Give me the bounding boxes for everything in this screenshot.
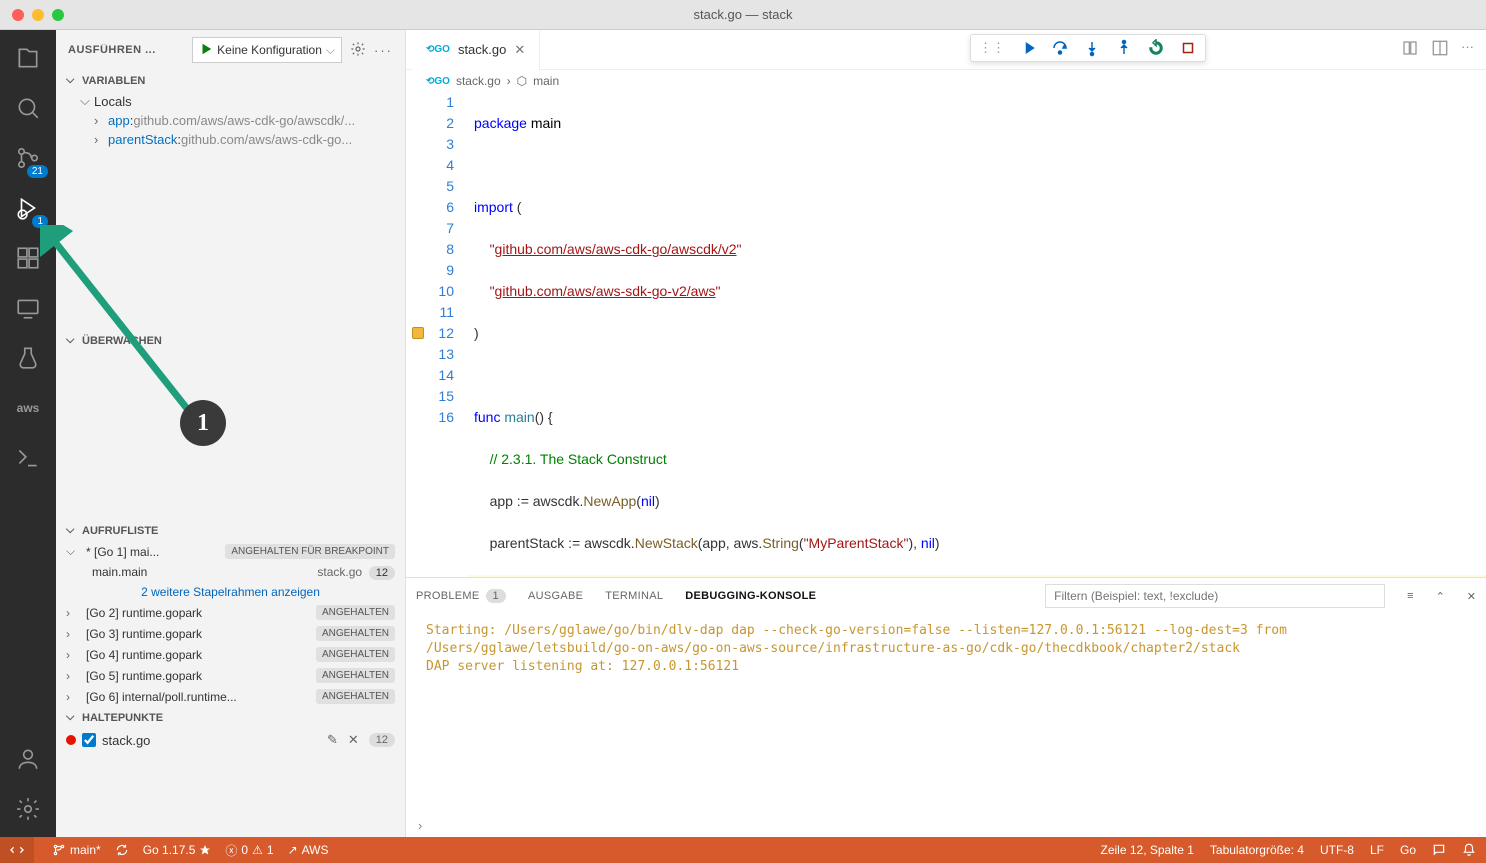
extensions-icon[interactable] xyxy=(12,242,44,274)
editor-area: ⟲GO stack.go ✕ ··· ⋮⋮ ⟲GO stack.go › ⬡ xyxy=(406,30,1486,837)
step-into-icon[interactable] xyxy=(1083,39,1101,57)
close-window[interactable] xyxy=(12,9,24,21)
breakpoints-section[interactable]: ⌵HALTEPUNKTE xyxy=(56,707,405,728)
go-file-icon: ⟲GO xyxy=(426,76,450,87)
variables-section[interactable]: ⌵VARIABLEN xyxy=(56,70,405,91)
close-panel-icon[interactable]: ✕ xyxy=(1467,590,1476,603)
remote-icon[interactable] xyxy=(12,292,44,324)
sidebar-title: AUSFÜHREN ... xyxy=(68,44,184,56)
minimap[interactable] xyxy=(1380,162,1480,242)
remote-indicator[interactable] xyxy=(0,837,34,863)
stop-icon[interactable] xyxy=(1179,39,1197,57)
gutter: 1234567891011 12 13141516 xyxy=(406,92,468,577)
debug-toolbar[interactable]: ⋮⋮ xyxy=(970,34,1206,62)
feedback-icon[interactable] xyxy=(1432,843,1446,857)
breadcrumb[interactable]: ⟲GO stack.go › ⬡ main xyxy=(406,70,1486,92)
accounts-icon[interactable] xyxy=(12,743,44,775)
split-icon[interactable] xyxy=(1431,39,1449,60)
notifications-icon[interactable] xyxy=(1462,843,1476,857)
go-file-icon: ⟲GO xyxy=(426,44,450,55)
callstack-frame[interactable]: ›[Go 5] runtime.goparkANGEHALTEN xyxy=(56,665,405,686)
callstack-section[interactable]: ⌵AUFRUFLISTE xyxy=(56,520,405,541)
tab-debug-console[interactable]: DEBUGGING-KONSOLE xyxy=(685,590,816,602)
breakpoint-marker-icon[interactable] xyxy=(412,327,424,339)
close-tab-icon[interactable]: ✕ xyxy=(514,42,525,58)
close-icon[interactable]: ✕ xyxy=(348,732,359,748)
aws-status[interactable]: ↗ AWS xyxy=(288,843,329,857)
git-branch[interactable]: main* xyxy=(52,843,101,857)
window-controls xyxy=(12,9,64,21)
filter-input[interactable] xyxy=(1045,584,1385,608)
tab-bar: ⟲GO stack.go ✕ ··· xyxy=(406,30,1486,70)
activity-bar: 21 1 aws xyxy=(0,30,56,837)
maximize-window[interactable] xyxy=(52,9,64,21)
gear-icon[interactable] xyxy=(350,41,366,60)
encoding-status[interactable]: UTF-8 xyxy=(1320,843,1354,857)
annotation-badge: 1 xyxy=(180,400,226,446)
settings-icon[interactable] xyxy=(12,793,44,825)
callstack-frame[interactable]: ›[Go 3] runtime.goparkANGEHALTEN xyxy=(56,623,405,644)
locals-scope[interactable]: ⌵Locals xyxy=(56,91,405,111)
chevron-down-icon: ⌵ xyxy=(326,43,335,58)
bottom-panel: PROBLEME1 AUSGABE TERMINAL DEBUGGING-KON… xyxy=(406,577,1486,837)
watch-section[interactable]: ⌵ÜBERWACHEN xyxy=(56,330,405,351)
variable-row[interactable]: ›app: github.com/aws/aws-cdk-go/awscdk/.… xyxy=(56,111,405,130)
play-icon xyxy=(199,42,213,59)
callstack-frame[interactable]: ›[Go 4] runtime.goparkANGEHALTEN xyxy=(56,644,405,665)
testing-icon[interactable] xyxy=(12,342,44,374)
breakpoint-row[interactable]: stack.go ✎ ✕ 12 xyxy=(56,728,405,752)
minimize-window[interactable] xyxy=(32,9,44,21)
tab-stack-go[interactable]: ⟲GO stack.go ✕ xyxy=(412,30,540,70)
eol-status[interactable]: LF xyxy=(1370,843,1384,857)
step-over-icon[interactable] xyxy=(1051,39,1069,57)
sync-icon[interactable] xyxy=(115,843,129,857)
drag-handle-icon[interactable]: ⋮⋮ xyxy=(979,40,1005,56)
run-debug-icon[interactable]: 1 xyxy=(12,192,44,224)
remote-explorer-icon[interactable] xyxy=(12,442,44,474)
breakpoint-checkbox[interactable] xyxy=(82,733,96,747)
callstack-frame[interactable]: ›[Go 2] runtime.goparkANGEHALTEN xyxy=(56,602,405,623)
symbol-icon: ⬡ xyxy=(517,74,527,88)
search-icon[interactable] xyxy=(12,92,44,124)
titlebar: stack.go — stack xyxy=(0,0,1486,30)
edit-icon[interactable]: ✎ xyxy=(327,732,338,748)
debug-console-output[interactable]: Starting: /Users/gglawe/go/bin/dlv-dap d… xyxy=(406,614,1486,813)
expand-panel-icon[interactable]: ⌃ xyxy=(1436,590,1445,603)
aws-icon[interactable]: aws xyxy=(12,392,44,424)
debug-sidebar: AUSFÜHREN ... Keine Konfiguration ⌵ ··· … xyxy=(56,30,406,837)
go-version[interactable]: Go 1.17.5 xyxy=(143,843,212,857)
debug-input-prompt[interactable]: › xyxy=(406,813,1486,837)
restart-icon[interactable] xyxy=(1147,39,1165,57)
source-control-icon[interactable]: 21 xyxy=(12,142,44,174)
indent-status[interactable]: Tabulatorgröße: 4 xyxy=(1210,843,1304,857)
tab-problems[interactable]: PROBLEME1 xyxy=(416,589,506,603)
debug-badge: 1 xyxy=(32,215,48,228)
continue-icon[interactable] xyxy=(1019,39,1037,57)
callstack-thread[interactable]: ⌵* [Go 1] mai...ANGEHALTEN FÜR BREAKPOIN… xyxy=(56,541,405,562)
window-title: stack.go — stack xyxy=(694,7,793,22)
sidebar-header: AUSFÜHREN ... Keine Konfiguration ⌵ ··· xyxy=(56,30,405,70)
scm-badge: 21 xyxy=(27,165,48,178)
settings-icon[interactable]: ≡ xyxy=(1407,590,1413,602)
code-editor[interactable]: 1234567891011 12 13141516 package main i… xyxy=(406,92,1486,577)
callstack-frame[interactable]: ›[Go 6] internal/poll.runtime...ANGEHALT… xyxy=(56,686,405,707)
cursor-position[interactable]: Zeile 12, Spalte 1 xyxy=(1101,843,1194,857)
debug-config-select[interactable]: Keine Konfiguration ⌵ xyxy=(192,37,342,63)
problems-status[interactable]: ⓧ 0 ⚠ 1 xyxy=(225,842,273,859)
compare-icon[interactable] xyxy=(1401,39,1419,60)
variable-row[interactable]: ›parentStack: github.com/aws/aws-cdk-go.… xyxy=(56,130,405,149)
explorer-icon[interactable] xyxy=(12,42,44,74)
step-out-icon[interactable] xyxy=(1115,39,1133,57)
code-content[interactable]: package main import ( "github.com/aws/aw… xyxy=(468,92,1486,577)
more-icon[interactable]: ··· xyxy=(1461,39,1474,60)
show-more-frames[interactable]: 2 weitere Stapelrahmen anzeigen xyxy=(56,582,405,602)
tab-output[interactable]: AUSGABE xyxy=(528,590,583,602)
editor-toolbar: ··· xyxy=(1401,39,1486,60)
more-icon[interactable]: ··· xyxy=(374,43,393,58)
breakpoint-dot-icon xyxy=(66,735,76,745)
language-status[interactable]: Go xyxy=(1400,843,1416,857)
tab-terminal[interactable]: TERMINAL xyxy=(605,590,663,602)
status-bar: main* Go 1.17.5 ⓧ 0 ⚠ 1 ↗ AWS Zeile 12, … xyxy=(0,837,1486,863)
callstack-frame[interactable]: main.main stack.go 12 xyxy=(56,562,405,582)
